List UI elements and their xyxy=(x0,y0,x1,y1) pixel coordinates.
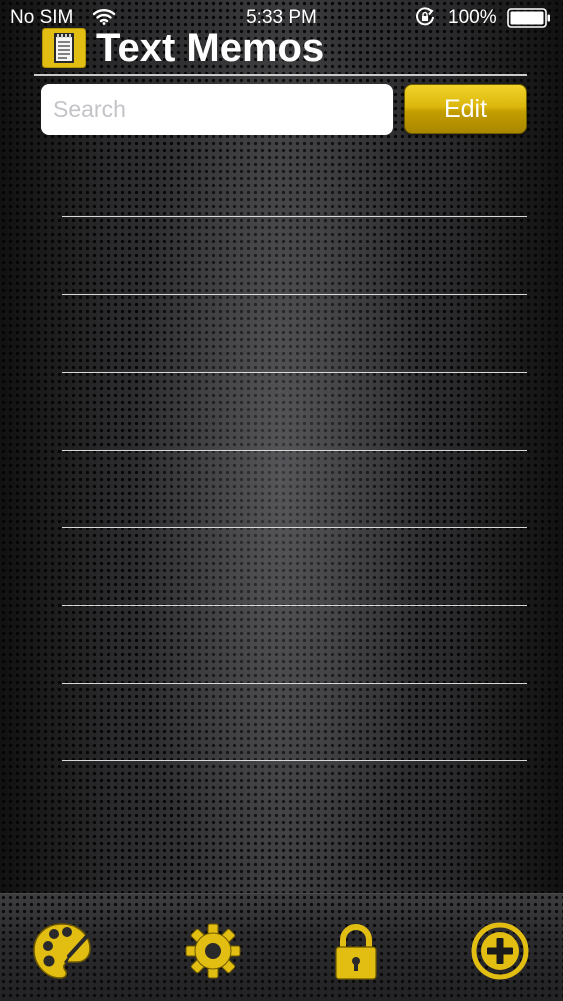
list-item[interactable] xyxy=(62,684,527,761)
row-divider xyxy=(62,605,527,606)
palette-icon xyxy=(33,923,91,979)
header-divider xyxy=(34,74,527,76)
list-item[interactable] xyxy=(62,451,527,528)
notepad-icon xyxy=(42,28,86,68)
gear-icon xyxy=(185,923,241,979)
battery-icon xyxy=(507,8,550,28)
lock-button[interactable] xyxy=(325,920,387,982)
padlock-icon xyxy=(335,924,377,980)
list-item[interactable] xyxy=(62,607,527,684)
row-divider xyxy=(62,760,527,761)
plus-circle-icon xyxy=(471,922,529,980)
row-divider xyxy=(62,527,527,528)
settings-button[interactable] xyxy=(182,920,244,982)
memo-list xyxy=(62,140,527,780)
bottom-toolbar xyxy=(0,893,563,1001)
add-memo-button[interactable] xyxy=(469,920,531,982)
edit-button[interactable]: Edit xyxy=(404,84,527,134)
list-item[interactable] xyxy=(62,218,527,295)
search-input[interactable] xyxy=(41,84,393,135)
list-item[interactable] xyxy=(62,140,527,217)
page-title: Text Memos xyxy=(96,26,325,70)
app-header: Text Memos xyxy=(36,26,526,74)
list-item[interactable] xyxy=(62,529,527,606)
row-divider xyxy=(62,294,527,295)
status-battery-percent: 100% xyxy=(448,7,497,28)
list-item[interactable] xyxy=(62,374,527,451)
rotation-lock-icon xyxy=(416,7,434,26)
row-divider xyxy=(62,216,527,217)
themes-button[interactable] xyxy=(31,920,93,982)
row-divider xyxy=(62,372,527,373)
list-item[interactable] xyxy=(62,296,527,373)
